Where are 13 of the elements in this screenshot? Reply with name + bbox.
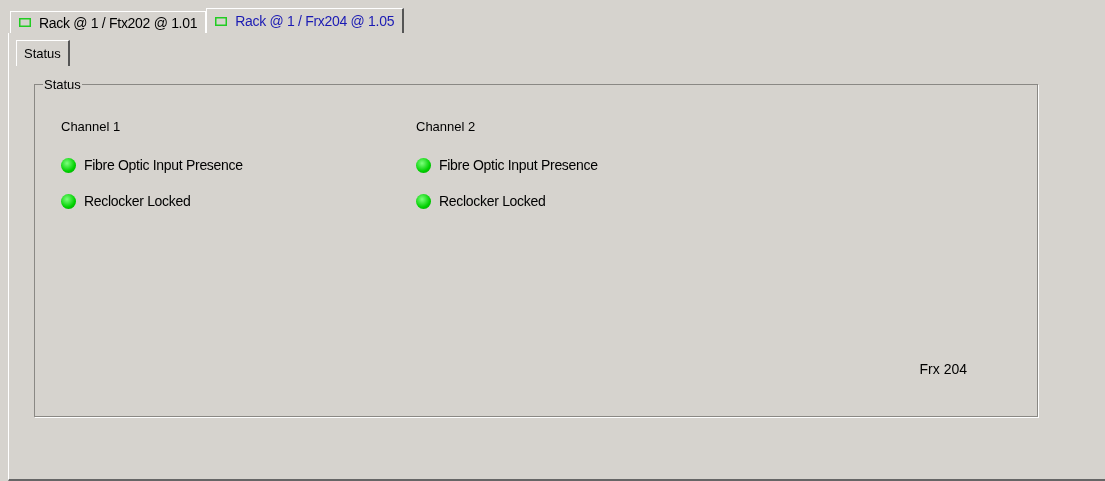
channel-heading: Channel 1 xyxy=(61,119,121,134)
folder-icon xyxy=(215,16,228,26)
indicator-label: Fibre Optic Input Presence xyxy=(84,157,243,173)
group-title: Status xyxy=(43,77,82,92)
device-label: Frx 204 xyxy=(919,361,967,377)
status-tab[interactable]: Status xyxy=(16,40,70,66)
folder-icon xyxy=(19,18,31,27)
indicator-label: Reclocker Locked xyxy=(439,193,546,209)
document-tab[interactable]: Rack @ 1 / Ftx202 @ 1.01 xyxy=(10,11,207,33)
indicator-label: Reclocker Locked xyxy=(84,193,191,209)
indicator-label: Fibre Optic Input Presence xyxy=(439,157,598,173)
channel-heading: Channel 2 xyxy=(416,119,476,134)
document-tab[interactable]: Rack @ 1 / Frx204 @ 1.05 xyxy=(206,8,405,33)
